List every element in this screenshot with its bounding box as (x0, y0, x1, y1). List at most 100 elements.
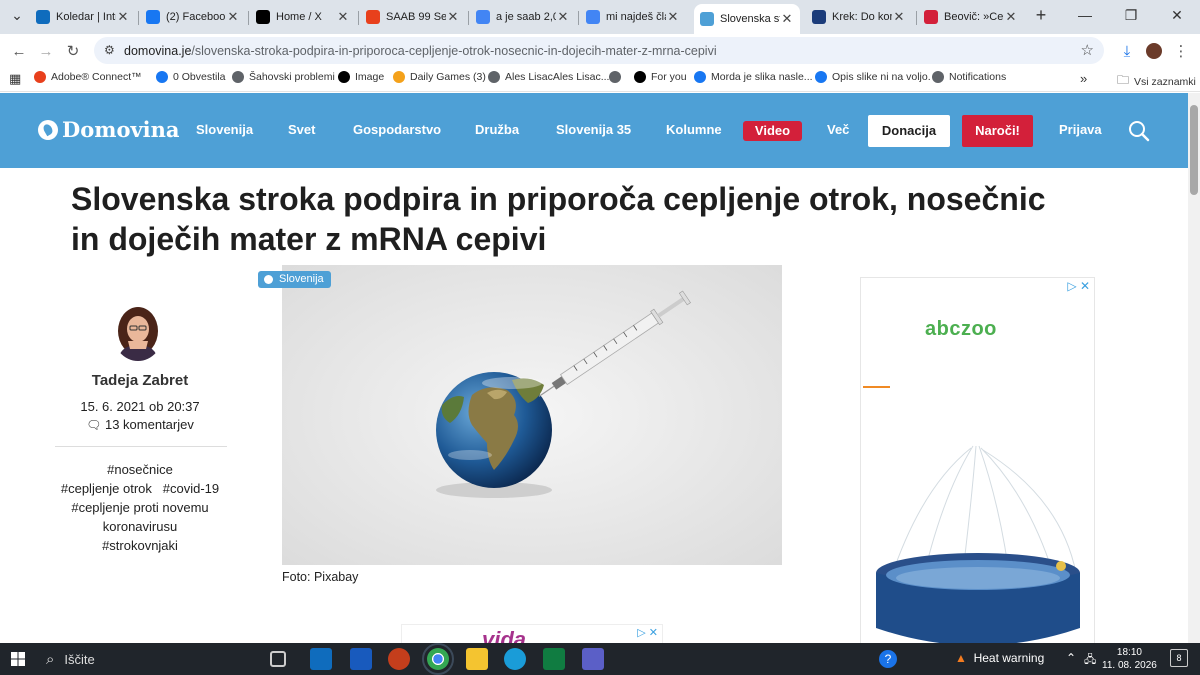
edge-icon[interactable] (504, 648, 526, 670)
tab-separator (248, 11, 249, 25)
sidebar-ad[interactable]: ▷ ✕ abczoo -19% (860, 277, 1095, 643)
bookmark-item[interactable]: For you (634, 71, 687, 83)
restore-icon[interactable]: ❐ (1108, 0, 1154, 30)
tag-link[interactable]: #cepljenje proti novemu koronavirusu (71, 500, 208, 534)
tag-link[interactable]: #covid-19 (163, 481, 219, 496)
close-tab-icon[interactable]: ✕ (556, 9, 570, 25)
chrome-icon[interactable] (422, 643, 454, 675)
bookmark-item[interactable]: Morda je slika nasle... (694, 71, 813, 83)
network-icon[interactable]: 🖧 (1084, 651, 1096, 670)
tab-separator (578, 11, 579, 25)
bookmark-item[interactable]: Daily Games (3) (393, 71, 486, 83)
nav-slovenija[interactable]: Slovenija (196, 122, 253, 137)
new-tab-button[interactable]: + (1028, 0, 1054, 30)
comments-link[interactable]: 🗨 13 komentarjev (60, 417, 220, 432)
back-icon[interactable]: ← (8, 40, 30, 62)
close-tab-icon[interactable]: ✕ (1004, 9, 1018, 25)
close-tab-icon[interactable]: ✕ (892, 9, 906, 25)
task-view-icon[interactable] (270, 651, 286, 667)
bookmark-item[interactable] (609, 71, 626, 83)
tag-link[interactable]: #nosečnice (107, 462, 173, 477)
search-icon[interactable] (1128, 120, 1150, 142)
browser-tab[interactable]: SAAB 99 Sed✕ (360, 4, 466, 30)
bookmark-item[interactable]: Šahovski problemi (232, 71, 335, 83)
bookmark-label: Adobe® Connect™ (51, 71, 142, 83)
browser-tab[interactable]: Slovenska str ✕ (694, 4, 800, 34)
file-explorer-icon[interactable] (466, 648, 488, 670)
site-info-icon[interactable]: ⚙ (104, 43, 115, 57)
bottom-ad[interactable]: vida ▷ ✕ (401, 624, 663, 643)
ad-choices-icon[interactable]: ▷ ✕ (637, 626, 658, 639)
menu-icon[interactable]: ⋮ (1170, 40, 1192, 62)
tab-search-icon[interactable]: ⌄ (0, 0, 34, 30)
close-tab-icon[interactable]: ✕ (336, 9, 350, 25)
browser-tab[interactable]: mi najdeš čla ✕ (580, 4, 686, 30)
donate-button[interactable]: Donacija (868, 115, 950, 147)
bookmark-item[interactable]: Notifications (932, 71, 1006, 83)
browser-tab[interactable]: a je saab 2,0 ✕ (470, 4, 576, 30)
close-tab-icon[interactable]: ✕ (446, 9, 460, 25)
close-tab-icon[interactable]: ✕ (226, 9, 240, 25)
bookmark-item[interactable]: Ales LisacAles Lisac... (488, 71, 609, 83)
reload-icon[interactable]: ↻ (62, 40, 84, 62)
browser-tab[interactable]: Koledar | Intr ✕ (30, 4, 136, 30)
site-logo[interactable]: Domovina (38, 117, 180, 142)
category-badge[interactable]: Slovenija (258, 271, 331, 288)
bookmark-item[interactable]: Image (338, 71, 384, 83)
browser-tab[interactable]: (2) Facebook ✕ (140, 4, 246, 30)
globe-icon (609, 71, 621, 83)
bookmark-star-icon[interactable]: ☆ (1081, 41, 1094, 59)
tab-title: a je saab 2,0 (496, 11, 556, 23)
nav-slovenija-35[interactable]: Slovenija 35 (556, 122, 631, 137)
outlook-icon[interactable] (310, 648, 332, 670)
nav-vec[interactable]: Več (827, 122, 849, 137)
close-tab-icon[interactable]: ✕ (116, 9, 130, 25)
close-window-icon[interactable]: ✕ (1154, 0, 1200, 30)
help-icon[interactable]: ? (879, 650, 897, 668)
clock[interactable]: 18:10 11. 08. 2026 (1102, 646, 1157, 672)
author-avatar[interactable] (112, 301, 164, 361)
nav-video-button[interactable]: Video (743, 121, 802, 141)
browser-tab[interactable]: Beovič: »Cep ✕ (918, 4, 1024, 30)
login-link[interactable]: Prijava (1059, 122, 1102, 137)
profile-avatar[interactable] (1143, 40, 1165, 62)
word-icon[interactable] (350, 648, 372, 670)
mladina-icon (924, 10, 938, 24)
tab-separator (138, 11, 139, 25)
notification-badge[interactable]: 8 (1170, 649, 1188, 667)
teams-icon[interactable] (582, 648, 604, 670)
nav-svet[interactable]: Svet (288, 122, 315, 137)
author-name[interactable]: Tadeja Zabret (60, 372, 220, 389)
page-scrollbar[interactable] (1188, 93, 1200, 643)
portal-icon (812, 10, 826, 24)
bookmarks-more-button[interactable]: » (1080, 71, 1087, 86)
apps-grid-icon[interactable]: ▦ (9, 71, 21, 87)
nav-kolumne[interactable]: Kolumne (666, 122, 722, 137)
windows-start-icon[interactable] (11, 652, 25, 666)
tag-link[interactable]: #strokovnjaki (102, 538, 178, 553)
ad-choices-icon[interactable]: ▷ ✕ (1067, 279, 1090, 293)
bookmark-item[interactable]: 0 Obvestila (156, 71, 226, 83)
url-field[interactable]: ⚙ domovina.je/slovenska-stroka-podpira-i… (94, 37, 1104, 64)
close-tab-icon[interactable]: ✕ (780, 11, 794, 27)
scrollbar-thumb[interactable] (1190, 105, 1198, 195)
powerpoint-icon[interactable] (388, 648, 410, 670)
bookmark-item[interactable]: Adobe® Connect™ (34, 71, 142, 83)
nav-druzba[interactable]: Družba (475, 122, 519, 137)
excel-icon[interactable] (543, 648, 565, 670)
close-tab-icon[interactable]: ✕ (666, 9, 680, 25)
subscribe-button[interactable]: Naroči! (962, 115, 1033, 147)
all-bookmarks-folder[interactable]: 🗀 Vsi zaznamki (1117, 71, 1196, 92)
download-icon[interactable]: ⤓ (1116, 40, 1138, 62)
tag-link[interactable]: #cepljenje otrok (61, 481, 152, 496)
forward-icon[interactable]: → (35, 40, 57, 62)
tray-chevron-icon[interactable]: ⌃ (1066, 651, 1076, 665)
browser-tab[interactable]: Krek: Do kon ✕ (806, 4, 912, 30)
bookmark-item[interactable]: Opis slike ni na voljo. (815, 71, 931, 83)
nav-gospodarstvo[interactable]: Gospodarstvo (353, 122, 441, 137)
browser-tab[interactable]: Home / X ✕ (250, 4, 356, 30)
taskbar-search[interactable]: ⌕ Iščite (40, 647, 260, 671)
weather-widget[interactable]: ▲ Heat warning (955, 651, 1044, 665)
tab-title: (2) Facebook (166, 11, 226, 23)
minimize-icon[interactable]: — (1062, 0, 1108, 30)
